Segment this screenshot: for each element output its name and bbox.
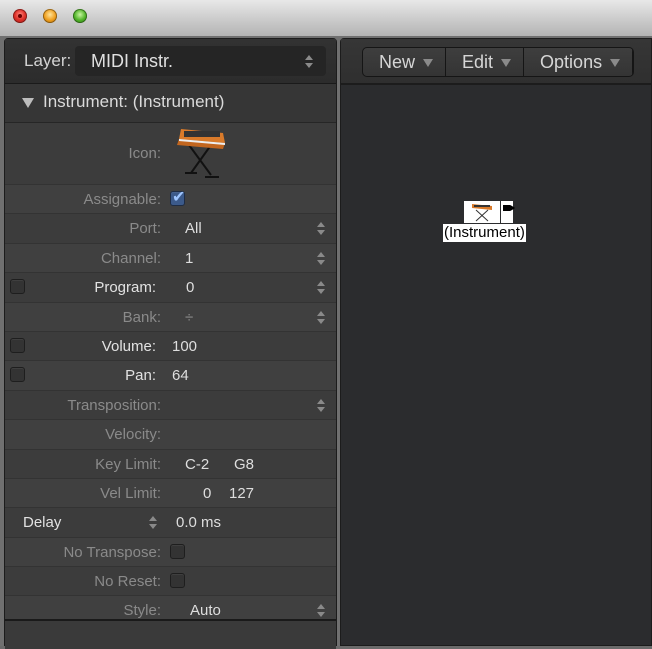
delay-row: Delay 0.0 ms xyxy=(5,508,336,538)
transposition-stepper-icon[interactable] xyxy=(317,398,326,414)
dropdown-arrow-icon xyxy=(610,59,621,67)
inspector-panel: Layer: MIDI Instr. Instrument: (Instrume… xyxy=(4,38,337,649)
no-reset-checkbox[interactable] xyxy=(170,573,185,589)
key-limit-high[interactable]: G8 xyxy=(234,456,254,473)
bank-label: Bank: xyxy=(122,308,161,326)
transposition-row: Transposition: xyxy=(5,390,336,421)
transposition-label: Transposition: xyxy=(67,396,161,414)
port-value[interactable]: All xyxy=(185,220,202,237)
bank-value[interactable]: ÷ xyxy=(185,309,193,326)
up-down-arrows-icon xyxy=(305,54,314,70)
channel-row: Channel: 1 xyxy=(5,243,336,274)
volume-checkbox[interactable] xyxy=(10,337,25,353)
options-menu-button[interactable]: Options xyxy=(524,48,634,76)
vel-limit-label: Vel Limit: xyxy=(100,484,161,502)
volume-row: Volume: 100 xyxy=(5,331,336,362)
edit-menu-label: Edit xyxy=(462,52,494,72)
program-row: Program: 0 xyxy=(5,273,336,303)
icon-row: Icon: xyxy=(5,123,336,185)
bank-row: Bank: ÷ xyxy=(5,302,336,332)
icon-label: Icon: xyxy=(128,145,161,162)
layer-value: MIDI Instr. xyxy=(91,51,174,71)
window-content: Layer: MIDI Instr. Instrument: (Instrume… xyxy=(0,36,652,649)
dropdown-arrow-icon xyxy=(423,59,434,67)
layer-select[interactable]: MIDI Instr. xyxy=(75,46,326,76)
key-limit-row: Key Limit: C-2 G8 xyxy=(5,449,336,479)
delay-value[interactable]: 0.0 ms xyxy=(176,514,221,531)
assignable-label: Assignable: xyxy=(83,191,161,208)
menu-button-group: New Edit Options xyxy=(362,47,635,77)
port-stepper-icon[interactable] xyxy=(317,221,326,237)
key-limit-low[interactable]: C-2 xyxy=(185,456,209,473)
port-label: Port: xyxy=(129,220,161,238)
pan-label: Pan: xyxy=(125,367,156,385)
program-label: Program: xyxy=(94,279,156,297)
no-transpose-row: No Transpose: xyxy=(5,537,336,568)
channel-label: Channel: xyxy=(100,249,161,267)
no-transpose-checkbox[interactable] xyxy=(170,543,185,559)
zoom-button[interactable] xyxy=(73,9,87,23)
style-stepper-icon[interactable] xyxy=(317,603,326,619)
layer-bar: Layer: MIDI Instr. xyxy=(5,39,336,84)
no-reset-row: No Reset: xyxy=(5,567,336,597)
program-checkbox[interactable] xyxy=(10,279,25,295)
program-value[interactable]: 0 xyxy=(186,279,194,296)
velocity-label: Velocity: xyxy=(105,426,161,444)
style-label: Style: xyxy=(123,602,161,620)
minimize-button[interactable] xyxy=(43,9,57,23)
velocity-row: Velocity: xyxy=(5,420,336,450)
new-menu-label: New xyxy=(379,52,416,72)
style-value[interactable]: Auto xyxy=(190,602,221,619)
new-menu-button[interactable]: New xyxy=(363,48,447,76)
volume-label: Volume: xyxy=(101,337,156,355)
pan-checkbox[interactable] xyxy=(10,367,25,383)
port-row: Port: All xyxy=(5,214,336,244)
pan-row: Pan: 64 xyxy=(5,361,336,391)
vel-limit-row: Vel Limit: 0 127 xyxy=(5,478,336,509)
output-port-icon[interactable] xyxy=(501,201,513,223)
key-limit-label: Key Limit: xyxy=(95,455,161,473)
inspector-bottom-bar xyxy=(5,619,336,649)
parameter-list: Icon: Assignable: Port: All xyxy=(5,123,336,626)
no-transpose-label: No Transpose: xyxy=(63,543,161,561)
environment-panel: New Edit Options (Instrument) xyxy=(340,38,652,646)
synthesizer-on-stand-icon[interactable] xyxy=(175,125,227,181)
instrument-object-label: (Instrument) xyxy=(443,224,526,242)
instrument-section-header[interactable]: Instrument: (Instrument) xyxy=(5,84,336,123)
delay-label[interactable]: Delay xyxy=(23,514,61,531)
pan-value[interactable]: 64 xyxy=(172,367,189,384)
no-reset-label: No Reset: xyxy=(94,573,161,591)
disclosure-triangle-icon[interactable] xyxy=(22,98,34,108)
section-title: Instrument: (Instrument) xyxy=(43,92,225,111)
edit-menu-button[interactable]: Edit xyxy=(446,48,525,76)
environment-toolbar: New Edit Options xyxy=(341,39,651,85)
bank-stepper-icon[interactable] xyxy=(317,310,326,326)
options-menu-label: Options xyxy=(540,52,603,72)
dropdown-arrow-icon xyxy=(501,59,512,67)
layer-label: Layer: xyxy=(24,51,72,70)
close-button[interactable] xyxy=(13,9,27,23)
assignable-row: Assignable: xyxy=(5,185,336,215)
channel-value[interactable]: 1 xyxy=(185,250,193,267)
delay-unit-stepper-icon[interactable] xyxy=(149,515,158,531)
vel-limit-high[interactable]: 127 xyxy=(229,485,254,502)
synthesizer-icon xyxy=(464,201,500,223)
assignable-checkbox[interactable] xyxy=(170,187,185,207)
window-titlebar xyxy=(0,0,652,37)
program-stepper-icon[interactable] xyxy=(317,280,326,296)
vel-limit-low[interactable]: 0 xyxy=(203,485,211,502)
volume-value[interactable]: 100 xyxy=(172,338,197,355)
channel-stepper-icon[interactable] xyxy=(317,251,326,267)
